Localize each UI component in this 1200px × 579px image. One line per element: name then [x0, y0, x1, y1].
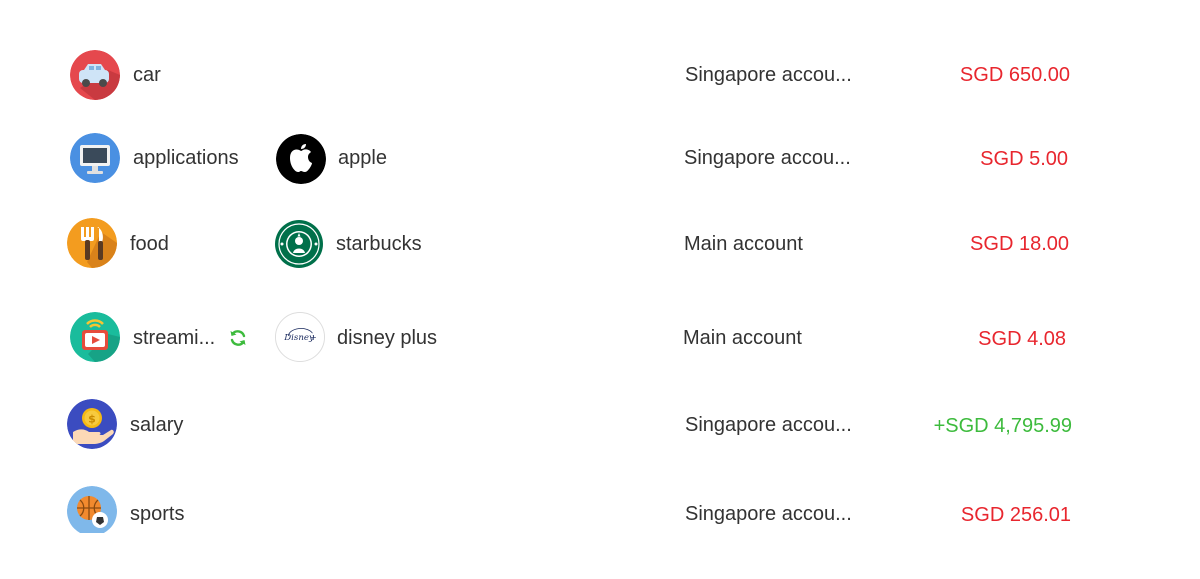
fork-knife-icon — [67, 218, 117, 268]
merchant-label: apple — [338, 147, 387, 169]
amount-value: SGD 18.00 — [970, 233, 1069, 255]
svg-text:+: + — [310, 333, 316, 342]
category-label: salary — [130, 414, 184, 436]
streaming-tv-icon — [70, 312, 120, 362]
transaction-row[interactable]: applications apple Singapore accou... SG… — [0, 131, 1200, 187]
merchant-label: starbucks — [336, 233, 422, 255]
account-label: Main account — [683, 327, 802, 349]
category-label: applications — [133, 147, 239, 169]
transaction-row[interactable]: food starbucks Main account SGD 18.00 — [0, 216, 1200, 272]
transaction-list: car Singapore accou... SGD 650.00 applic… — [0, 0, 1200, 579]
account-label: Main account — [684, 233, 803, 255]
category-label: food — [130, 233, 169, 255]
category-label: sports — [130, 503, 185, 525]
amount-value: SGD 256.01 — [960, 504, 1071, 526]
amount-value: SGD 4.08 — [978, 328, 1066, 350]
account-label: Singapore accou... — [685, 414, 852, 436]
computer-monitor-icon — [70, 133, 120, 183]
salary-coin-hand-icon: $ — [67, 399, 117, 449]
transaction-row[interactable]: $ salary Singapore accou... +SGD 4,795.9… — [0, 397, 1200, 453]
transaction-row[interactable]: sports Singapore accou... SGD 256.01 — [0, 486, 1200, 542]
account-label: Singapore accou... — [685, 64, 852, 86]
sports-balls-icon — [67, 486, 117, 533]
merchant-label: disney plus — [337, 327, 438, 349]
amount-value: SGD 5.00 — [980, 148, 1068, 170]
account-label: Singapore accou... — [685, 503, 852, 525]
transaction-row[interactable]: streami... Disney + disney plus Main acc… — [0, 309, 1200, 365]
category-label: car — [133, 64, 161, 86]
amount-value: +SGD 4,795.99 — [933, 415, 1072, 437]
starbucks-logo-icon — [274, 219, 324, 269]
car-icon — [70, 50, 120, 100]
disney-plus-logo-icon: Disney + — [275, 312, 325, 362]
apple-logo-icon — [276, 134, 326, 184]
transaction-row[interactable]: car Singapore accou... SGD 650.00 — [0, 48, 1200, 104]
svg-text:$: $ — [88, 413, 96, 426]
category-label: streami... — [133, 327, 216, 349]
recurring-refresh-icon — [228, 328, 248, 348]
amount-value: SGD 650.00 — [959, 64, 1070, 86]
account-label: Singapore accou... — [684, 147, 851, 169]
